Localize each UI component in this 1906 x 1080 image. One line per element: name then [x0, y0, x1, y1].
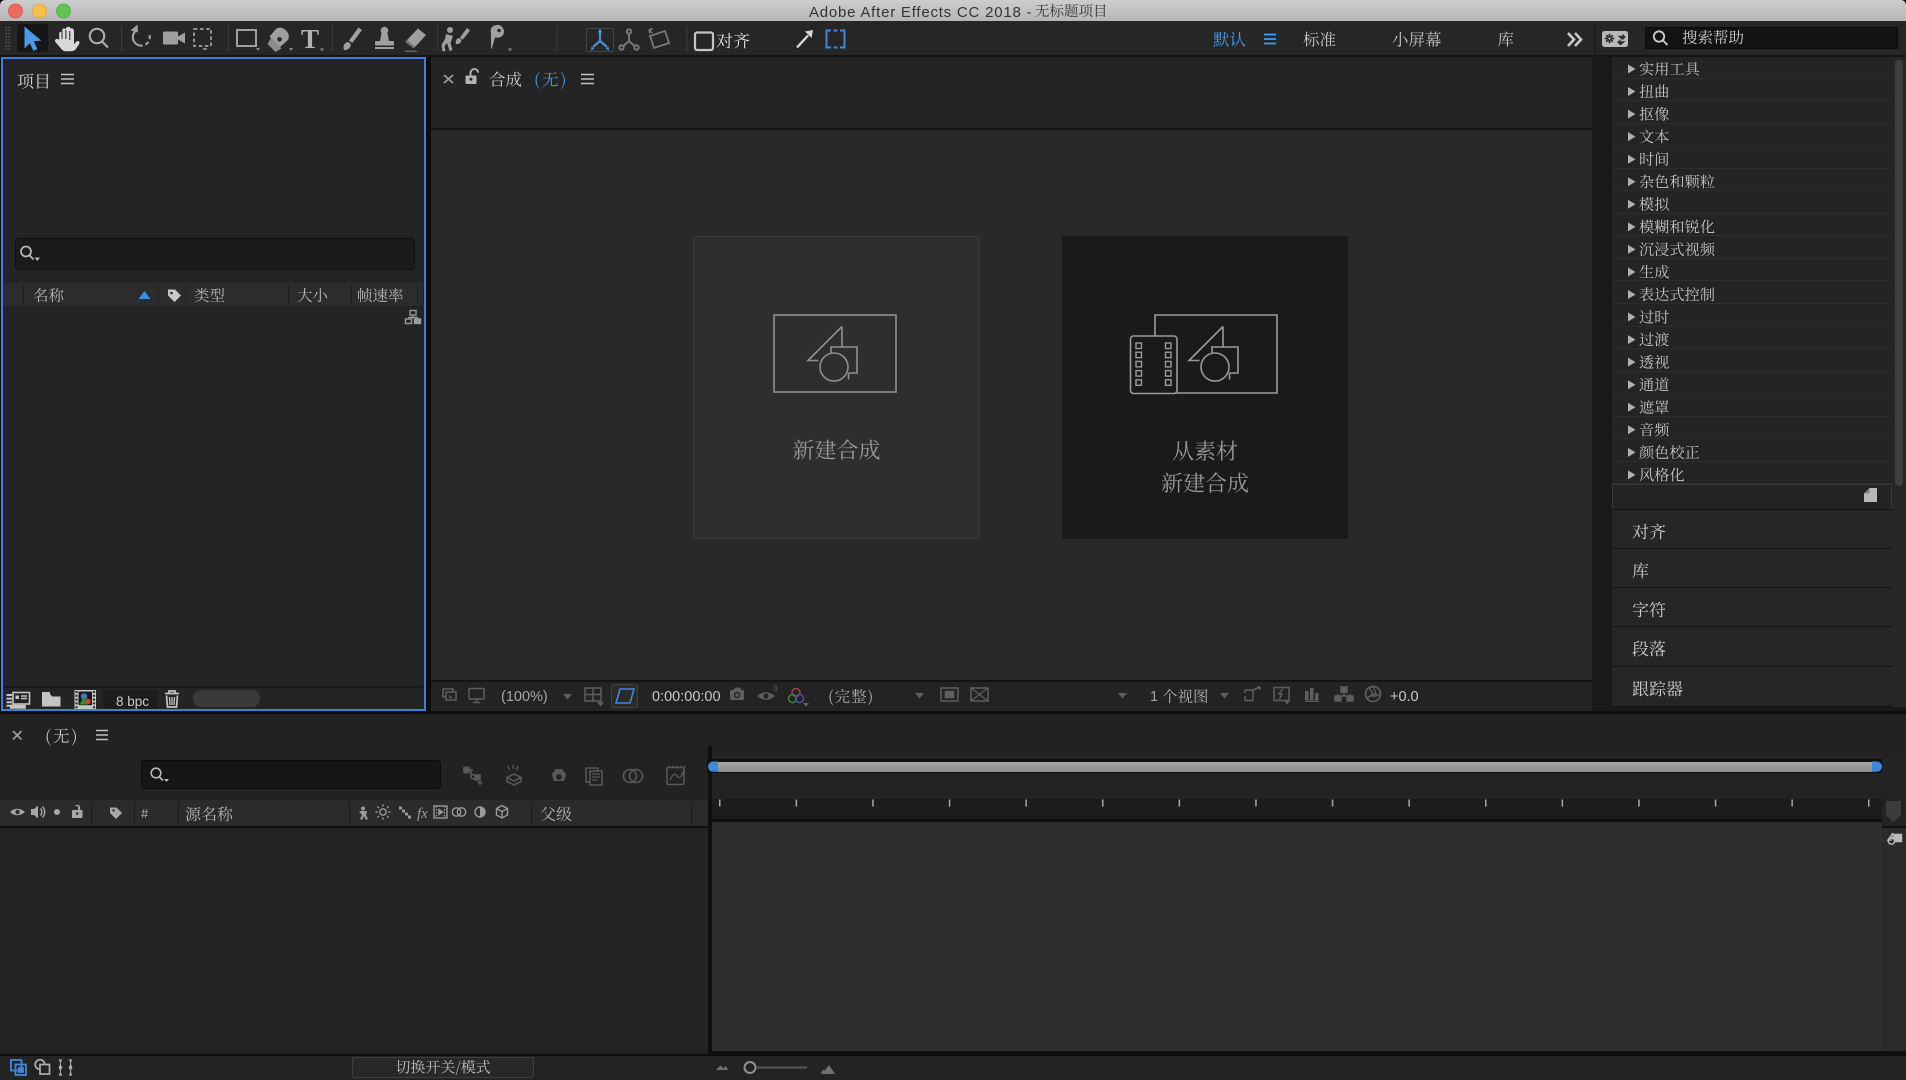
svg-text:#: #: [141, 806, 149, 821]
svg-text:T: T: [301, 24, 319, 54]
svg-text:fx: fx: [417, 806, 428, 822]
svg-text:3: 3: [773, 684, 778, 693]
